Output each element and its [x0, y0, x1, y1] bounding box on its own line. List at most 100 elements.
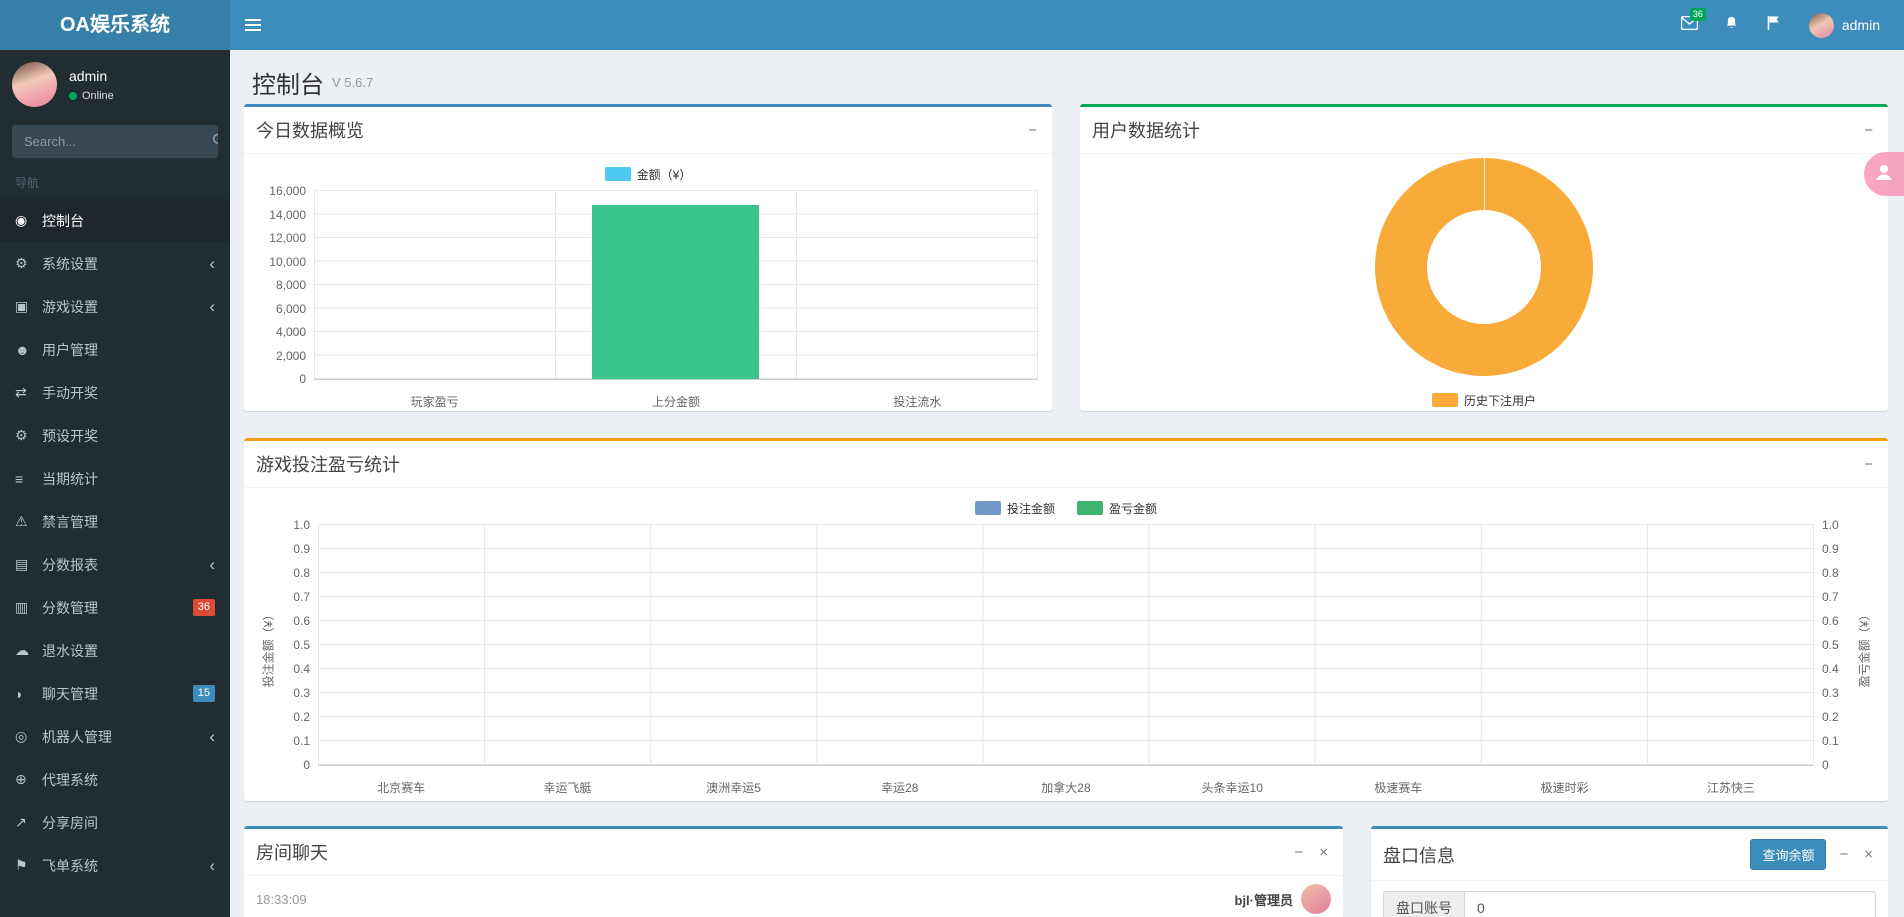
- sidebar-item-score-management[interactable]: ▥ 分数管理 36: [0, 586, 230, 629]
- score-manage-icon: ▥: [15, 599, 42, 616]
- customer-service-icon: [1874, 162, 1894, 187]
- chat-timestamp: 18:33:09: [256, 892, 307, 907]
- sidebar-user-status[interactable]: Online: [69, 90, 114, 102]
- page-title: 控制台: [252, 65, 324, 100]
- chat-sender-name: bjl·管理员: [1235, 890, 1294, 909]
- handicap-account-input[interactable]: [1464, 891, 1876, 917]
- search-icon: [212, 133, 218, 150]
- sidebar-item-robot-management[interactable]: ◎ 机器人管理 ‹: [0, 715, 230, 758]
- user-stats-header: 用户数据统计 −: [1080, 107, 1888, 154]
- sidebar-menu: ◉ 控制台 ⚙ 系统设置 ‹ ▣ 游戏设置 ‹ ☻ 用户管理 ⇄ 手动开奖: [0, 199, 230, 887]
- chat-messages: 18:33:09 bjl·管理员 第 1381938 期已经开启,请开始下注!: [244, 876, 1343, 917]
- chevron-left-icon: ‹: [209, 556, 215, 573]
- sidebar-item-game-settings[interactable]: ▣ 游戏设置 ‹: [0, 285, 230, 328]
- sidebar-item-manual-draw[interactable]: ⇄ 手动开奖: [0, 371, 230, 414]
- y-axis-title-right: 盈亏金额（¥）: [1854, 524, 1874, 772]
- sidebar-item-current-stats[interactable]: ≡ 当期统计: [0, 457, 230, 500]
- bet-legend-swatch: [975, 501, 1001, 515]
- sidebar-item-chat-management[interactable]: ◗ 聊天管理 15: [0, 672, 230, 715]
- search-button[interactable]: [212, 125, 218, 158]
- amount-bar: [592, 205, 758, 379]
- handicap-info-title: 盘口信息: [1383, 842, 1455, 868]
- sidebar: admin Online 导航 ◉ 控制台 ⚙ 系统设: [0, 50, 230, 917]
- sidebar-item-user-management[interactable]: ☻ 用户管理: [0, 328, 230, 371]
- close-button[interactable]: ×: [1861, 846, 1876, 863]
- bet-line-chart: 投注金额 盈亏金额 投注金额（¥） 1.00.90.80.70.60.50.40…: [244, 488, 1888, 804]
- sidebar-item-rebate-settings[interactable]: ☁ 退水设置: [0, 629, 230, 672]
- bar-chart-plot-area: [314, 190, 1038, 380]
- sidebar-user-name: admin: [69, 62, 114, 84]
- sidebar-item-preset-draw[interactable]: ⚙ 预设开奖: [0, 414, 230, 457]
- current-stats-icon: ≡: [15, 471, 42, 487]
- navbar-right: 36 admin: [1669, 0, 1904, 50]
- today-bar-chart: 金额（¥） 16,00014,00012,00010,0008,0006,000…: [244, 154, 1052, 418]
- share-room-icon: ↗: [15, 814, 42, 831]
- query-balance-button[interactable]: 查询余额: [1750, 839, 1826, 870]
- profit-amount-legend[interactable]: 盈亏金额: [1077, 500, 1157, 517]
- close-button[interactable]: ×: [1316, 844, 1331, 861]
- profit-legend-swatch: [1077, 501, 1103, 515]
- room-chat-title: 房间聊天: [256, 839, 328, 865]
- messages-button[interactable]: 36: [1669, 0, 1711, 50]
- search-input[interactable]: [12, 125, 212, 158]
- amount-legend-swatch: [605, 167, 631, 181]
- history-users-legend[interactable]: 历史下注用户: [1432, 392, 1536, 409]
- user-legend-swatch: [1432, 393, 1458, 407]
- chat-management-badge: 15: [193, 685, 215, 702]
- donut-chart: [1375, 158, 1593, 376]
- collapse-button[interactable]: −: [1861, 456, 1876, 473]
- agent-icon: ⊕: [15, 771, 42, 788]
- bet-stats-title: 游戏投注盈亏统计: [256, 451, 400, 477]
- sidebar-item-fly-order-system[interactable]: ⚑ 飞单系统 ‹: [0, 844, 230, 887]
- sidebar-item-system-settings[interactable]: ⚙ 系统设置 ‹: [0, 242, 230, 285]
- room-chat-header: 房间聊天 − ×: [244, 829, 1343, 876]
- score-report-icon: ▤: [15, 556, 42, 573]
- chevron-left-icon: ‹: [209, 255, 215, 272]
- notifications-button[interactable]: [1711, 0, 1753, 50]
- sidebar-item-dashboard[interactable]: ◉ 控制台: [0, 199, 230, 242]
- collapse-button[interactable]: −: [1025, 122, 1040, 139]
- rebate-cloud-icon: ☁: [15, 642, 42, 659]
- y-axis-ticks-left: 1.00.90.80.70.60.50.40.30.20.10: [278, 518, 318, 772]
- handicap-info-box: 盘口信息 查询余额 − × 盘口账号: [1371, 826, 1888, 917]
- today-overview-header: 今日数据概览 −: [244, 107, 1052, 154]
- topbar: OA娱乐系统 36: [0, 0, 1904, 50]
- dashboard-icon: ◉: [15, 212, 42, 229]
- collapse-button[interactable]: −: [1836, 846, 1851, 863]
- sidebar-user-avatar: [12, 62, 57, 107]
- chevron-left-icon: ‹: [209, 298, 215, 315]
- flag-button[interactable]: [1753, 0, 1795, 50]
- floating-service-button[interactable]: [1864, 152, 1904, 196]
- preset-draw-icon: ⚙: [15, 427, 42, 444]
- user-stats-title: 用户数据统计: [1092, 117, 1200, 143]
- manual-draw-icon: ⇄: [15, 384, 42, 401]
- today-overview-box: 今日数据概览 − 金额（¥） 16,00014,00012,000: [244, 104, 1052, 411]
- sidebar-user-panel: admin Online: [0, 50, 230, 117]
- chevron-left-icon: ‹: [209, 857, 215, 874]
- robot-icon: ◎: [15, 728, 42, 745]
- sidebar-item-mute-management[interactable]: ⚠ 禁言管理: [0, 500, 230, 543]
- content-header: 控制台 V 5.6.7: [244, 60, 1888, 104]
- handicap-info-header: 盘口信息 查询余额 − ×: [1371, 829, 1888, 881]
- sidebar-item-share-room[interactable]: ↗ 分享房间: [0, 801, 230, 844]
- bet-amount-legend[interactable]: 投注金额: [975, 500, 1055, 517]
- amount-legend[interactable]: 金额（¥）: [605, 166, 692, 183]
- collapse-button[interactable]: −: [1861, 122, 1876, 139]
- user-avatar: [1809, 13, 1834, 38]
- app-logo[interactable]: OA娱乐系统: [0, 0, 230, 50]
- bet-stats-header: 游戏投注盈亏统计 −: [244, 441, 1888, 488]
- sidebar-item-agent-system[interactable]: ⊕ 代理系统: [0, 758, 230, 801]
- messages-badge: 36: [1690, 8, 1706, 21]
- user-donut-chart: 历史下注用户: [1080, 154, 1888, 416]
- sidebar-toggle-button[interactable]: [230, 0, 276, 50]
- score-management-badge: 36: [193, 599, 215, 616]
- online-status-dot: [69, 92, 77, 100]
- fly-order-flag-icon: ⚑: [15, 857, 42, 874]
- handicap-account-label: 盘口账号: [1383, 891, 1464, 917]
- handicap-account-group: 盘口账号: [1383, 891, 1876, 917]
- user-menu[interactable]: admin: [1795, 0, 1894, 50]
- sidebar-item-score-report[interactable]: ▤ 分数报表 ‹: [0, 543, 230, 586]
- collapse-button[interactable]: −: [1291, 844, 1306, 861]
- page-version: V 5.6.7: [332, 75, 373, 90]
- main-content: 控制台 V 5.6.7 今日数据概览 − 金额（¥）: [230, 50, 1904, 917]
